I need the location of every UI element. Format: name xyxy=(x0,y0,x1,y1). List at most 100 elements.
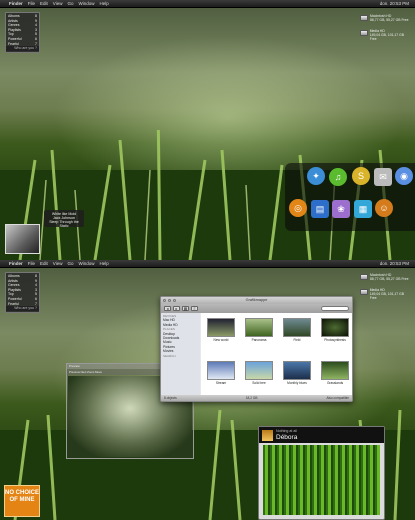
file-item[interactable]: Grasslands xyxy=(317,361,353,385)
iphoto-icon[interactable]: ❀ xyxy=(332,200,350,218)
file-item[interactable]: Solid tree xyxy=(241,361,277,385)
window-title: Grafikmappe xyxy=(245,298,268,302)
finder-status-bar: 8 objects 18,2 GB Also compatible xyxy=(161,395,352,401)
file-thumbnail xyxy=(283,318,311,337)
drive-info: 149,04 GB, 101,17 GB Free xyxy=(369,32,405,41)
file-thumbnail xyxy=(207,361,235,380)
drive-macintosh-hd[interactable]: Macintosh HD 88,77 GB, 55,27 GB Free xyxy=(360,273,410,285)
file-thumbnail xyxy=(207,318,235,337)
stack-icon[interactable]: ▤ xyxy=(311,200,329,218)
hard-drive-icon xyxy=(360,289,368,295)
hard-drive-icon xyxy=(360,15,368,21)
file-item[interactable]: Field xyxy=(279,318,315,342)
file-thumbnail xyxy=(321,318,349,337)
title-bar[interactable]: Grafikmappe xyxy=(161,297,352,304)
zoom-button[interactable] xyxy=(172,298,177,303)
dock: ✦ ♫ S ✉ ◉ ◎ ▤ ❀ ▦ ☺ xyxy=(285,163,415,231)
drive-macintosh-hd[interactable]: Macintosh HD 88,77 GB, 55,27 GB Free xyxy=(360,14,410,26)
view-icons-button[interactable]: ▦ xyxy=(182,306,189,311)
music-widget-list: Albums 8 Artists 9 Genres 4 Playlists 3 Top 5… xyxy=(5,12,40,53)
file-item[interactable]: Panorama xyxy=(241,318,277,342)
menu-window[interactable]: Window xyxy=(79,261,95,266)
safari-icon[interactable]: ✦ xyxy=(307,167,325,185)
status-free-space: 18,2 GB xyxy=(245,396,258,400)
forward-button[interactable]: ▸ xyxy=(173,306,180,311)
hard-drive-icon xyxy=(360,274,368,280)
menu-view[interactable]: View xyxy=(53,261,63,266)
itunes-icon[interactable]: ♫ xyxy=(329,168,347,186)
finder-window: Grafikmappe ◂ ▸ ▦ ≡ DEVICES Mac HD Media… xyxy=(160,296,353,402)
menu-bar: Finder File Edit View Go Window Help don… xyxy=(0,260,415,268)
menu-app-name[interactable]: Finder xyxy=(9,261,23,266)
search-input[interactable] xyxy=(321,306,349,311)
file-label: New world xyxy=(213,338,229,342)
ichat-icon[interactable]: ◉ xyxy=(395,167,413,185)
finder-sidebar: DEVICES Mac HD Media HD PLACES Desktop D… xyxy=(161,313,200,395)
menu-help[interactable]: Help xyxy=(100,261,109,266)
now-playing-line: Sleep Through the Static xyxy=(49,220,79,229)
menu-view[interactable]: View xyxy=(53,1,63,6)
menu-help[interactable]: Help xyxy=(100,1,109,6)
file-item[interactable]: Stream xyxy=(203,361,239,385)
menu-edit[interactable]: Edit xyxy=(40,1,48,6)
sidebar-section-search: SEARCH xyxy=(163,353,176,358)
skype-icon[interactable]: S xyxy=(352,167,370,185)
file-item[interactable]: New world xyxy=(203,318,239,342)
back-button[interactable]: ◂ xyxy=(164,306,171,311)
finder-file-grid: New world Panorama Field Photosynthesis … xyxy=(201,313,352,395)
drive-info: 88,77 GB, 55,27 GB Free xyxy=(370,17,409,22)
menu-clock[interactable]: don. 20:53 PM xyxy=(380,1,409,6)
drive-info: 149,04 GB, 101,17 GB Free xyxy=(369,291,405,300)
mail-icon[interactable]: ✉ xyxy=(374,168,392,186)
file-label: Panorama xyxy=(251,338,267,342)
visualizer xyxy=(263,445,380,515)
file-label: Grasslands xyxy=(326,381,344,385)
minimize-button[interactable] xyxy=(167,298,172,303)
album-art xyxy=(5,224,40,254)
menu-go[interactable]: Go xyxy=(67,261,73,266)
now-playing-info: White like Mold Jack Johnson Sleep Throu… xyxy=(44,210,84,229)
close-button[interactable] xyxy=(163,298,167,303)
ical-icon[interactable]: ▦ xyxy=(354,200,372,218)
file-label: Solid tree xyxy=(252,381,266,385)
menu-clock[interactable]: don. 20:53 PM xyxy=(380,261,409,266)
menu-edit[interactable]: Edit xyxy=(40,261,48,266)
itunes-header: Nothing at all Débora xyxy=(259,427,384,443)
file-label: Monthly blues xyxy=(287,381,307,385)
menu-file[interactable]: File xyxy=(28,1,35,6)
menu-file[interactable]: File xyxy=(28,261,35,266)
itunes-window[interactable]: Nothing at all Débora xyxy=(258,426,385,520)
track-info: Nothing at all Débora xyxy=(276,429,297,440)
menu-app-name[interactable]: Finder xyxy=(9,1,23,6)
desktop-bottom: Finder File Edit View Go Window Help don… xyxy=(0,260,415,520)
file-thumbnail xyxy=(245,318,273,337)
album-art xyxy=(262,429,273,441)
menu-go[interactable]: Go xyxy=(67,1,73,6)
track-title: Débora xyxy=(276,433,298,441)
album-art: NO CHOICE OF MINE xyxy=(4,485,40,517)
drive-media-hd[interactable]: Media HD 149,04 GB, 101,17 GB Free xyxy=(360,29,410,41)
widget-footer: Who are you ? xyxy=(6,306,39,311)
widget-footer: Who are you ? xyxy=(6,46,39,51)
firefox-icon[interactable]: ◎ xyxy=(289,199,307,217)
file-item[interactable]: Monthly blues xyxy=(279,361,315,385)
drive-media-hd[interactable]: Media HD 149,04 GB, 101,17 GB Free xyxy=(360,288,410,300)
view-list-button[interactable]: ≡ xyxy=(191,306,198,311)
desktop-top: Finder File Edit View Go Window Help don… xyxy=(0,0,415,260)
status-item-count: 8 objects xyxy=(164,396,177,400)
hard-drive-icon xyxy=(360,30,368,36)
file-label: Stream xyxy=(215,381,227,385)
file-item[interactable]: Photosynthesis xyxy=(317,318,353,342)
window-controls xyxy=(163,298,177,303)
menu-window[interactable]: Window xyxy=(79,1,95,6)
file-label: Field xyxy=(293,338,301,342)
preview-toolbar-label: Previous Next Zoom Move xyxy=(69,370,102,374)
file-thumbnail xyxy=(245,361,273,380)
finder-icon[interactable]: ☺ xyxy=(375,199,393,217)
file-label: Photosynthesis xyxy=(324,338,346,342)
drive-info: 88,77 GB, 55,27 GB Free xyxy=(370,276,409,281)
album-art-text: NO CHOICE OF MINE xyxy=(5,490,40,503)
file-thumbnail xyxy=(321,361,349,380)
track-subtitle: Nothing at all xyxy=(276,429,297,434)
music-widget-list: Albums 8 Artists 9 Genres 4 Playlists 3 Top 5… xyxy=(5,272,40,313)
